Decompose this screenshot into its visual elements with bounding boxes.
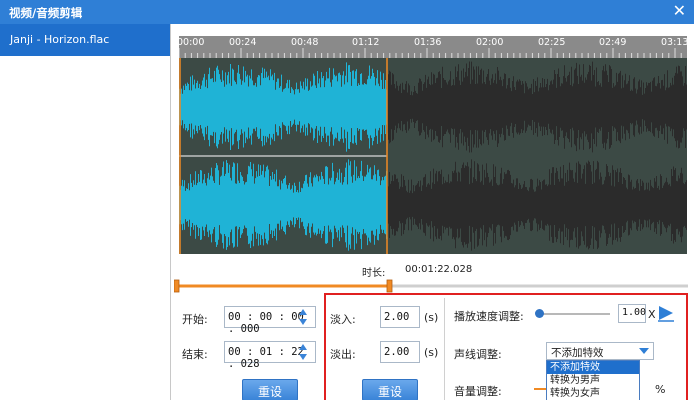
start-time-stepper[interactable]	[298, 307, 308, 327]
voice-label: 声线调整:	[454, 348, 502, 361]
close-icon[interactable]: ✕	[673, 1, 686, 20]
volume-label: 音量调整:	[454, 385, 502, 398]
window-title: 视频/音频剪辑	[9, 6, 83, 20]
ruler-label: 00:48	[291, 37, 319, 48]
volume-slider[interactable]	[534, 388, 546, 390]
ruler-label: 00:00	[177, 37, 205, 48]
speed-label: 播放速度调整:	[454, 310, 524, 323]
voice-select[interactable]: 不添加特效	[546, 342, 654, 360]
start-label: 开始:	[182, 313, 208, 326]
panel-divider	[444, 298, 445, 400]
play-preview-icon[interactable]	[656, 304, 676, 322]
ruler-label: 01:36	[414, 37, 442, 48]
ruler-label: 02:49	[599, 37, 627, 48]
end-time-stepper[interactable]	[298, 342, 308, 362]
speed-unit: X	[648, 308, 656, 321]
voice-option-none[interactable]: 不添加特效	[547, 361, 639, 374]
time-ruler[interactable]: 00:00 00:24 00:48 01:12 01:36 02:00 02:2…	[177, 36, 689, 58]
trim-end-handle	[386, 279, 393, 293]
editor-panel: 00:00 00:24 00:48 01:12 01:36 02:00 02:2…	[172, 24, 694, 400]
speed-slider-track[interactable]	[538, 313, 610, 315]
voice-dropdown-list: 不添加特效 转换为男声 转换为女声	[546, 360, 640, 400]
speed-input[interactable]: 1.00	[618, 304, 646, 323]
chevron-down-icon	[639, 348, 649, 354]
fade-in-unit: (s)	[424, 311, 439, 324]
waveform-view[interactable]	[179, 58, 687, 254]
title-bar: 视频/音频剪辑 ✕	[0, 0, 694, 24]
fade-reset-button[interactable]: 重设	[362, 379, 418, 400]
duration-label: 时长:	[362, 268, 386, 279]
ruler-label: 02:25	[538, 37, 566, 48]
fade-in-input[interactable]: 2.00	[380, 306, 420, 328]
file-item-janji-horizon[interactable]: Janji - Horizon.flac	[0, 24, 170, 56]
trim-start-handle	[174, 279, 180, 293]
voice-select-value: 不添加特效	[551, 347, 604, 359]
ruler-label: 03:13	[661, 37, 689, 48]
trim-reset-button[interactable]: 重设	[242, 379, 298, 400]
duration-value: 00:01:22.028	[405, 264, 473, 275]
ruler-label: 01:12	[352, 37, 380, 48]
volume-unit: %	[655, 383, 666, 396]
fade-in-label: 淡入:	[330, 313, 356, 326]
file-list: Janji - Horizon.flac	[0, 24, 171, 400]
fade-out-label: 淡出:	[330, 348, 356, 361]
ruler-label: 00:24	[229, 37, 257, 48]
trim-bar[interactable]	[174, 279, 688, 293]
fade-out-unit: (s)	[424, 346, 439, 359]
voice-option-male[interactable]: 转换为男声	[547, 374, 639, 387]
fade-out-input[interactable]: 2.00	[380, 341, 420, 363]
waveform-graphic	[179, 58, 687, 254]
ruler-label: 02:00	[476, 37, 504, 48]
voice-option-female[interactable]: 转换为女声	[547, 387, 639, 400]
end-label: 结束:	[182, 348, 208, 361]
